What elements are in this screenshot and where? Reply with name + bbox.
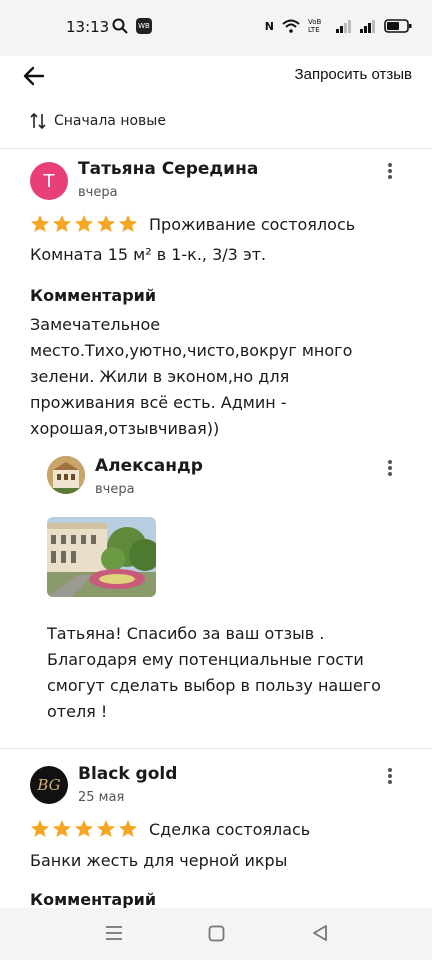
hotel-photo-image — [47, 517, 156, 597]
more-options-icon[interactable] — [382, 161, 398, 183]
star-icon — [97, 820, 115, 837]
back-nav-icon[interactable] — [311, 924, 329, 942]
comment-text: Замечательное место.Тихо,уютно,чисто,вок… — [30, 315, 353, 438]
app-header: Запросить отзыв — [0, 56, 432, 98]
reply-author: Александр — [95, 456, 203, 476]
home-icon[interactable] — [208, 925, 225, 942]
system-nav-bar — [0, 908, 432, 960]
star-icon — [119, 215, 137, 232]
review-date: вчера — [78, 185, 118, 200]
search-icon — [112, 18, 128, 34]
star-icon — [53, 215, 71, 232]
network-label: VoB LTE — [308, 18, 322, 34]
rating-stars — [30, 819, 138, 839]
reply-date: вчера — [95, 482, 135, 497]
stay-status: Проживание состоялось — [149, 215, 356, 234]
recent-apps-icon[interactable] — [105, 925, 123, 941]
signal-icon-2 — [360, 20, 375, 33]
review-date: 25 мая — [78, 790, 125, 805]
star-icon — [119, 820, 137, 837]
signal-icon — [336, 20, 351, 33]
star-icon — [75, 820, 93, 837]
hotel-avatar-icon — [47, 456, 85, 494]
avatar: Т — [30, 162, 68, 200]
comment-label: Комментарий — [30, 286, 157, 305]
review-author: Black gold — [78, 764, 178, 784]
star-icon — [53, 820, 71, 837]
review-author: Татьяна Середина — [78, 159, 259, 179]
star-icon — [97, 215, 115, 232]
reply-photo[interactable] — [47, 517, 156, 597]
sort-icon — [30, 112, 46, 130]
star-icon — [75, 215, 93, 232]
back-arrow-icon[interactable] — [22, 64, 46, 88]
sort-label: Сначала новые — [54, 113, 166, 129]
wb-app-icon: WB — [136, 18, 152, 34]
reply-text: Татьяна! Спасибо за ваш отзыв . Благодар… — [47, 624, 381, 721]
nfc-icon: N — [264, 19, 274, 33]
item-details: Банки жесть для черной икры — [30, 851, 288, 870]
more-options-icon[interactable] — [382, 766, 398, 788]
divider — [0, 748, 432, 749]
battery-icon — [384, 19, 412, 33]
star-icon — [31, 215, 49, 232]
divider — [0, 148, 432, 149]
wifi-icon — [282, 19, 300, 33]
deal-status: Сделка состоялась — [149, 820, 311, 839]
status-time: 13:13 — [66, 18, 110, 36]
star-icon — [31, 820, 49, 837]
more-options-icon[interactable] — [382, 458, 398, 480]
status-bar: 13:13 WB N VoB LTE — [0, 0, 432, 56]
room-details: Комната 15 м² в 1-к., 3/3 эт. — [30, 245, 267, 264]
rating-stars — [30, 214, 138, 234]
sort-control[interactable]: Сначала новые — [30, 112, 166, 130]
reply-avatar — [47, 456, 85, 494]
avatar: BG — [30, 766, 68, 804]
request-review-button[interactable]: Запросить отзыв — [295, 66, 412, 83]
comment-label: Комментарий — [30, 890, 157, 909]
